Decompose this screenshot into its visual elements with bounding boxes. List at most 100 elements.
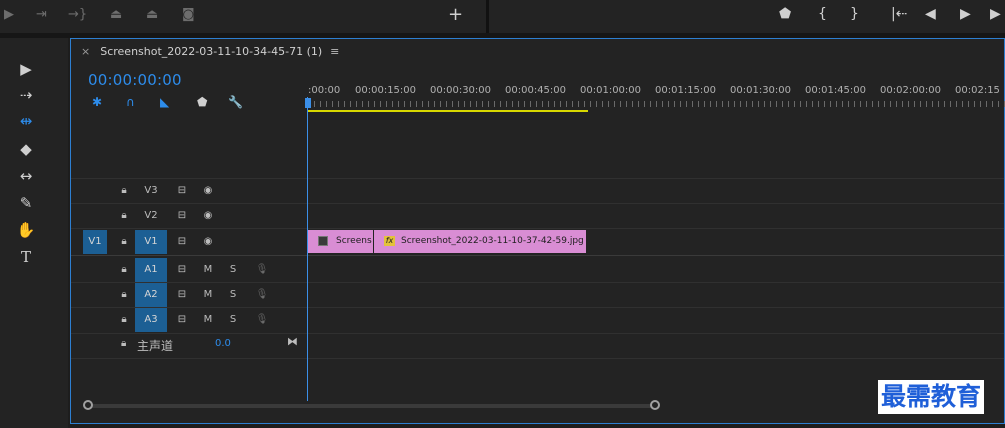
menu-icon[interactable]: ≡ <box>330 45 339 58</box>
track-target-v3[interactable]: V3 <box>135 179 167 203</box>
track-divider <box>71 333 1004 334</box>
lift-icon[interactable]: ⏏ <box>110 7 122 22</box>
linked-selection-icon[interactable]: ◣ <box>160 95 169 109</box>
solo-button[interactable]: S <box>225 258 241 282</box>
microphone-icon[interactable]: 🎙︎ <box>254 283 270 307</box>
ruler-label: 00:02:15 <box>955 85 1000 96</box>
audio-keyframe-toggle-icon[interactable]: ⧓ <box>287 335 298 348</box>
go-to-in-icon[interactable]: |⇠ <box>891 6 907 22</box>
ruler-label: 00:01:00:00 <box>580 85 642 96</box>
sync-lock-icon[interactable]: ⊟ <box>174 308 190 332</box>
track-target-a2[interactable]: A2 <box>135 283 167 307</box>
panel-divider <box>486 0 489 33</box>
play-icon[interactable]: ▶ <box>960 6 971 22</box>
slip-tool-icon[interactable]: ↔ <box>12 165 40 187</box>
lock-icon[interactable]: 🔒︎ <box>121 338 126 349</box>
track-header-v2: 🔒︎ V2 ⊟ ◉ <box>71 204 307 228</box>
work-area-bar[interactable] <box>308 110 588 112</box>
master-volume-value[interactable]: 0.0 <box>215 338 231 349</box>
track-target-a3[interactable]: A3 <box>135 308 167 332</box>
top-toolbar: ▶ ⇥ →} ⏏ ⏏ ◙ + ⬟ { } |⇠ ◀ ▶ ▶ <box>0 0 1005 33</box>
track-header-a3: 🔒︎ A3 ⊟ M S 🎙︎ <box>71 308 307 332</box>
solo-button[interactable]: S <box>225 308 241 332</box>
horizontal-zoom-scrollbar[interactable] <box>83 400 1003 412</box>
track-target-a1[interactable]: A1 <box>135 258 167 282</box>
lock-icon[interactable]: 🔒︎ <box>117 230 131 254</box>
microphone-icon[interactable]: 🎙︎ <box>254 308 270 332</box>
ruler-label: 00:00:30:00 <box>430 85 492 96</box>
clip-label: Screenshot_2022-03-11-10-37-42-59.jpg [5… <box>401 236 586 246</box>
fx-badge-icon: fx <box>384 235 395 246</box>
ruler-label: 00:00:15:00 <box>355 85 417 96</box>
step-forward-icon[interactable]: ▶ <box>990 6 1001 22</box>
ruler-ticks <box>308 101 1005 107</box>
video-audio-divider <box>71 255 1004 256</box>
insert-icon[interactable]: →} <box>68 7 87 22</box>
lock-icon[interactable]: 🔒︎ <box>117 283 131 307</box>
mute-button[interactable]: M <box>200 308 216 332</box>
watermark-logo: 最需教育 <box>878 380 985 414</box>
ruler-label: 00:01:30:00 <box>730 85 792 96</box>
playhead-handle[interactable] <box>305 98 311 108</box>
play-icon[interactable]: ▶ <box>4 7 14 22</box>
track-target-v2[interactable]: V2 <box>135 204 167 228</box>
lock-icon[interactable]: 🔒︎ <box>117 308 131 332</box>
pen-tool-icon[interactable]: ✎ <box>12 192 40 214</box>
mark-in-icon[interactable]: { <box>818 6 827 22</box>
step-back-icon[interactable]: ◀ <box>925 6 936 22</box>
mute-button[interactable]: M <box>200 258 216 282</box>
solo-button[interactable]: S <box>225 283 241 307</box>
clip-label: Screens <box>336 236 372 246</box>
time-ruler[interactable]: :00:00 00:00:15:00 00:00:30:00 00:00:45:… <box>308 83 1005 111</box>
sync-lock-icon[interactable]: ⊟ <box>174 283 190 307</box>
source-patch-v1[interactable]: V1 <box>83 230 107 254</box>
marker-icon[interactable]: ⬟ <box>779 6 791 22</box>
sync-lock-icon[interactable]: ⊟ <box>174 204 190 228</box>
scrollbar-track[interactable] <box>89 404 654 408</box>
sync-lock-icon[interactable]: ⊟ <box>174 230 190 254</box>
ruler-label: 00:01:15:00 <box>655 85 717 96</box>
track-target-v1[interactable]: V1 <box>135 230 167 254</box>
settings-wrench-icon[interactable]: 🔧 <box>228 95 243 109</box>
camera-icon[interactable]: ◙ <box>182 7 195 22</box>
hand-tool-icon[interactable]: ✋ <box>12 219 40 241</box>
clip-thumbnail-icon <box>318 235 328 246</box>
eye-icon[interactable]: ◉ <box>200 230 216 254</box>
add-marker-icon[interactable]: ⬟ <box>197 95 207 109</box>
type-tool-icon[interactable]: T <box>12 246 40 268</box>
nest-icon[interactable]: ✱ <box>92 95 102 109</box>
microphone-icon[interactable]: 🎙︎ <box>254 258 270 282</box>
scrollbar-right-handle[interactable] <box>650 400 660 410</box>
mark-out-icon[interactable]: } <box>850 6 859 22</box>
clip-v1-2[interactable]: fx Screenshot_2022-03-11-10-37-42-59.jpg … <box>374 230 586 253</box>
ruler-label: 00:02:00:00 <box>880 85 942 96</box>
playhead-timecode[interactable]: 00:00:00:00 <box>88 71 182 89</box>
step-forward-icon[interactable]: ⇥ <box>36 7 47 22</box>
track-select-tool-icon[interactable]: ⇢ <box>12 84 40 106</box>
extract-icon[interactable]: ⏏ <box>146 7 158 22</box>
ruler-label: 00:01:45:00 <box>805 85 867 96</box>
razor-tool-icon[interactable]: ◆ <box>12 138 40 160</box>
scrollbar-left-handle[interactable] <box>83 400 93 410</box>
master-track-label: 主声道 <box>137 339 174 353</box>
track-header-a1: 🔒︎ A1 ⊟ M S 🎙︎ <box>71 258 307 282</box>
close-icon[interactable]: × <box>81 45 90 58</box>
clip-v1-1[interactable]: Screens <box>308 230 373 253</box>
sequence-tab[interactable]: × Screenshot_2022-03-11-10-34-45-71 (1) ≡ <box>81 45 339 58</box>
mute-button[interactable]: M <box>200 283 216 307</box>
selection-tool-icon[interactable]: ▶ <box>12 58 40 80</box>
snap-icon[interactable]: ∩ <box>126 95 135 109</box>
lock-icon[interactable]: 🔒︎ <box>117 179 131 203</box>
lock-icon[interactable]: 🔒︎ <box>117 258 131 282</box>
lock-icon[interactable]: 🔒︎ <box>117 204 131 228</box>
track-header-a2: 🔒︎ A2 ⊟ M S 🎙︎ <box>71 283 307 307</box>
sync-lock-icon[interactable]: ⊟ <box>174 258 190 282</box>
playhead-line[interactable] <box>307 97 308 401</box>
eye-icon[interactable]: ◉ <box>200 204 216 228</box>
eye-icon[interactable]: ◉ <box>200 179 216 203</box>
sync-lock-icon[interactable]: ⊟ <box>174 179 190 203</box>
add-button[interactable]: + <box>448 4 463 25</box>
ripple-edit-tool-icon[interactable]: ⇹ <box>12 110 40 132</box>
track-divider <box>71 358 1004 359</box>
track-header-v1: V1 🔒︎ V1 ⊟ ◉ <box>71 230 307 254</box>
